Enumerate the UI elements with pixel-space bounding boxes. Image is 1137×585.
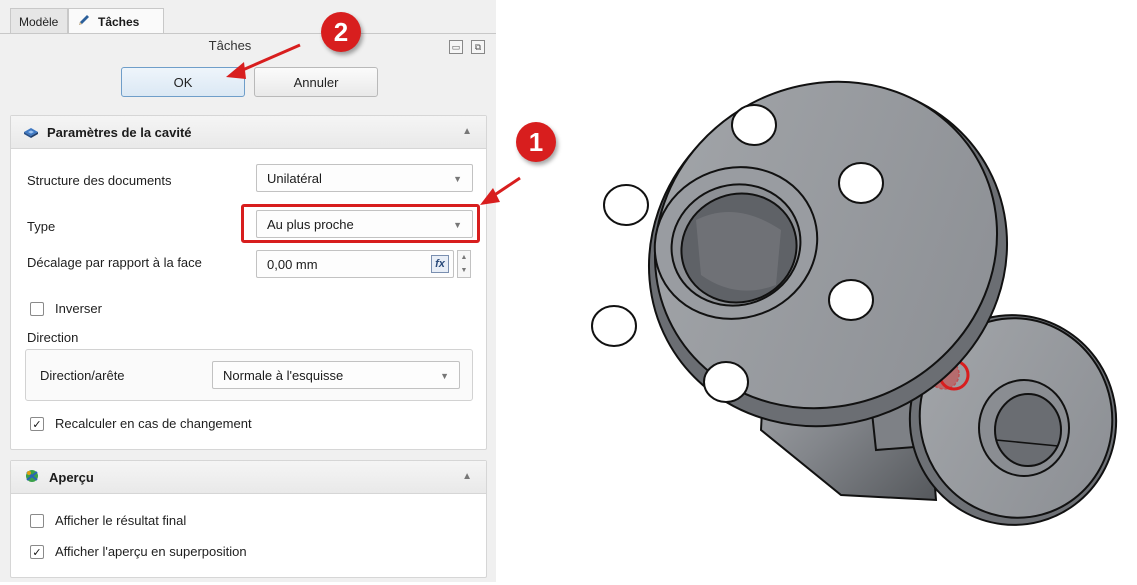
arrow-head	[480, 188, 500, 205]
annotation-badge-2: 2	[321, 12, 361, 52]
annotation-badge-1: 1	[516, 122, 556, 162]
arrow-head	[226, 62, 246, 79]
annotation-overlay	[226, 43, 521, 205]
arrow-to-ok	[237, 43, 301, 74]
